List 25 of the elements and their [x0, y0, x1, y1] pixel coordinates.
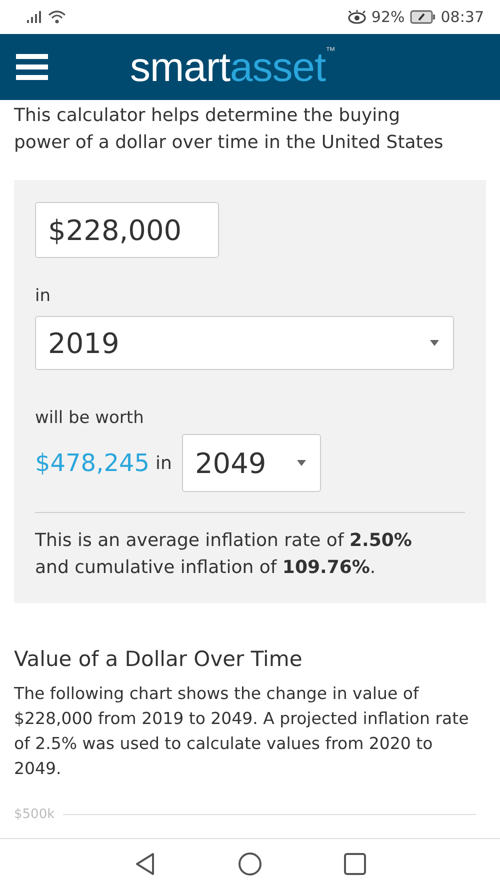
section-title: Value of a Dollar Over Time — [14, 647, 304, 671]
in-label: in — [35, 286, 52, 306]
recents-icon[interactable] — [344, 853, 366, 875]
menu-icon[interactable] — [16, 54, 48, 80]
eye-icon — [348, 10, 366, 24]
battery-icon — [410, 10, 436, 24]
section-text: The following chart shows the change in value of $228,000 from 2019 to 2049. A projected inflation rate of 2.5% was used to calculate values from 2020 to 2049. — [14, 683, 470, 780]
in-label: in — [156, 452, 172, 474]
wifi-icon — [48, 10, 66, 24]
logo[interactable]: smartasset$^{™}$ — [130, 46, 335, 88]
back-icon[interactable] — [134, 852, 156, 876]
start-year-select[interactable]: 2019 — [35, 316, 454, 370]
battery-percent: 92% — [371, 8, 405, 26]
worth-label: will be worth — [35, 408, 145, 428]
clock-time: 08:37 — [440, 8, 484, 26]
intro-text: This calculator helps determine the buying power of a dollar over time in the United States — [13, 104, 444, 155]
amount-input[interactable]: $228,000 — [35, 202, 219, 258]
result-value: $478,245 — [35, 449, 150, 477]
home-icon[interactable] — [238, 852, 262, 876]
caret-icon — [296, 460, 306, 466]
caret-icon — [430, 340, 439, 346]
axis-label: $500k — [14, 807, 55, 822]
summary-text: This is an average inflation rate of 2.50% and cumulative inflation of 109.76%. — [35, 529, 413, 580]
signal-icon — [27, 11, 43, 23]
end-year-select[interactable]: 2049 — [182, 434, 321, 492]
